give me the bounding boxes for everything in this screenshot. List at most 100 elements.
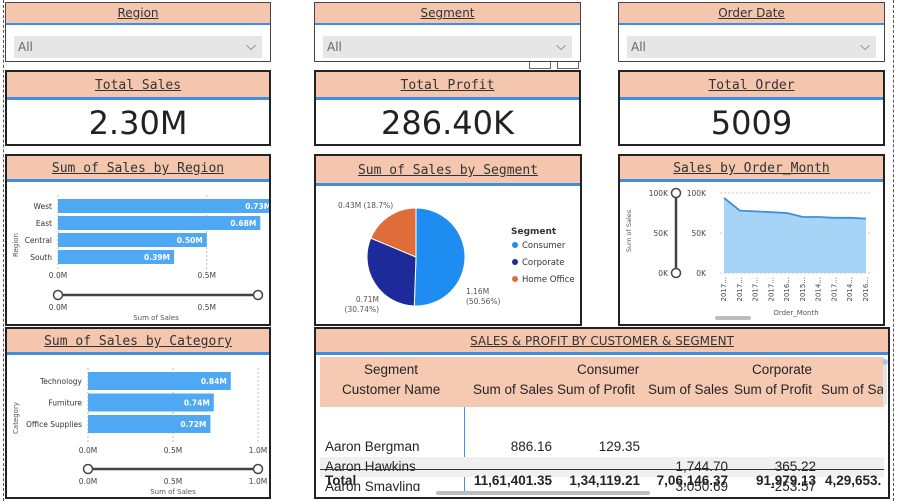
- x-tick-label: 2017...: [736, 277, 744, 302]
- focus-mode-icon[interactable]: [529, 62, 551, 69]
- range-slider-handle: [670, 267, 682, 279]
- sales-by-month-panel[interactable]: Sales by Order_Month Sum of Sales Order_…: [618, 154, 885, 326]
- segment-row-header: Segment: [364, 362, 419, 377]
- slice-value-label: 0.43M (18.7%): [338, 201, 393, 210]
- area-fill: [724, 197, 866, 273]
- total-label: Total: [325, 473, 357, 488]
- y-tick-label: 100K: [687, 189, 707, 198]
- data-label: 0.72M: [180, 420, 206, 429]
- x-tick-label: 2017...: [752, 277, 760, 302]
- matrix-title: SALES & PROFIT BY CUSTOMER & SEGMENT: [316, 329, 888, 355]
- region-dropdown[interactable]: All ⌵: [14, 36, 262, 58]
- data-label: 0.84M: [201, 377, 227, 386]
- x-tick-label: 2015...: [799, 277, 807, 302]
- sales-profit-matrix-panel[interactable]: SALES & PROFIT BY CUSTOMER & SEGMENT Seg…: [314, 327, 890, 499]
- range-slider-handle: [252, 463, 264, 475]
- x-tick-label: 0.0M: [49, 271, 67, 280]
- table-row[interactable]: Aaron Bergman 886.16 129.35: [320, 437, 884, 457]
- range-slider-handle: [52, 289, 64, 301]
- region-slicer-title: Region: [6, 3, 270, 25]
- value-cell: 129.35: [598, 439, 640, 454]
- slider-label: 0.0M: [79, 477, 97, 486]
- x-tick-label: 2017...: [720, 277, 728, 302]
- category-label: East: [36, 219, 52, 228]
- sum-of-sales-header[interactable]: Sum of Sales: [473, 380, 553, 400]
- x-tick-label: 2014...: [815, 277, 823, 302]
- sales-by-region-chart: Region Sum of Sales 0.0M 0.5M 0.73M West 0.6…: [12, 195, 269, 322]
- x-tick-label: 2016...: [783, 277, 791, 302]
- month-x-axis-title: Order_Month: [773, 309, 818, 317]
- sum-of-sales-header[interactable]: Sum of Sa: [821, 380, 884, 400]
- range-slider-handle: [82, 463, 94, 475]
- sales-by-region-panel[interactable]: Sum of Sales by Region Region Sum of Sal…: [5, 154, 271, 326]
- slider-label: 50K: [654, 229, 670, 238]
- horizontal-scrollbar: [715, 316, 751, 320]
- order-date-dropdown-value: All: [631, 40, 646, 54]
- slice-percent-label: (50.56%): [466, 297, 501, 306]
- total-cell: 4,29,653.: [825, 473, 882, 488]
- sum-of-sales-header[interactable]: Sum of Sales: [648, 380, 728, 400]
- segment-dropdown[interactable]: All ⌵: [323, 36, 572, 58]
- slice-percent-label: (30.74%): [345, 305, 380, 314]
- total-profit-label: Total Profit: [316, 72, 579, 100]
- horizontal-scrollbar[interactable]: [436, 491, 650, 495]
- data-label: 0.73M: [245, 202, 269, 211]
- sales-by-segment-panel[interactable]: Sum of Sales by Segment Segment 1.16M (50…: [314, 154, 582, 326]
- slider-label: 0K: [658, 269, 669, 278]
- vertical-scrollbar[interactable]: [883, 365, 887, 405]
- region-x-axis-title: Sum of Sales: [133, 314, 179, 322]
- more-options-icon[interactable]: [557, 62, 579, 69]
- sales-by-month-chart: Sum of Sales Order_Month 0K 50K 100K 2017..…: [625, 187, 870, 320]
- x-tick-label: 2017...: [830, 277, 838, 302]
- canvas-left-border: [3, 0, 4, 501]
- canvas-right-border: [893, 0, 894, 501]
- slider-label: 0.5M: [198, 303, 216, 312]
- region-slicer[interactable]: Region All ⌵: [5, 2, 271, 62]
- category-label: South: [30, 253, 52, 262]
- sales-by-month-title: Sales by Order_Month: [620, 156, 883, 182]
- x-tick-label: 1.0M: [249, 446, 267, 455]
- sales-by-category-title: Sum of Sales by Category: [7, 329, 269, 355]
- consumer-group-header[interactable]: Consumer: [577, 360, 639, 380]
- category-axis-title: Category: [12, 402, 20, 434]
- order-date-slicer[interactable]: Order Date All ⌵: [618, 2, 885, 62]
- sales-by-region-title: Sum of Sales by Region: [7, 156, 269, 182]
- data-label: 0.39M: [144, 253, 170, 262]
- total-row: Total 11,61,401.35 1,34,119.21 7,06,146.…: [320, 471, 884, 491]
- slice-value-label: 0.71M: [356, 295, 379, 304]
- chevron-down-icon: ⌵: [556, 39, 566, 54]
- legend-marker: [512, 242, 518, 248]
- total-sales-card: Total Sales 2.30M: [5, 70, 271, 146]
- scroll-up-icon[interactable]: [882, 359, 888, 365]
- slider-label: 0.5M: [164, 477, 182, 486]
- corporate-group-header[interactable]: Corporate: [752, 360, 812, 380]
- category-label: Central: [25, 236, 52, 245]
- sales-by-category-panel[interactable]: Sum of Sales by Category Category Sum of…: [5, 327, 271, 499]
- order-date-dropdown[interactable]: All ⌵: [627, 36, 876, 58]
- matrix-header-row-measures: Customer Name Sum of Sales Sum of Profit…: [320, 380, 884, 400]
- total-order-label: Total Order: [620, 72, 883, 100]
- slice-value-label: 1.16M: [466, 287, 489, 296]
- total-order-value: 5009: [710, 104, 793, 142]
- sum-of-profit-header[interactable]: Sum of Profit: [557, 380, 635, 400]
- customer-name-header[interactable]: Customer Name: [342, 380, 440, 400]
- sales-by-segment-chart: Segment 1.16M(50.56%) 0.71M(30.74%) 0.43M …: [338, 201, 575, 314]
- legend-marker: [512, 259, 518, 265]
- total-cell: 11,61,401.35: [473, 473, 552, 488]
- sales-by-category-chart: Category Sum of Sales 0.0M 0.5M 1.0M 0.84M T…: [12, 368, 267, 496]
- total-profit-value: 286.40K: [381, 104, 514, 142]
- customer-name-cell: Aaron Bergman: [325, 439, 420, 454]
- total-sales-label: Total Sales: [7, 72, 269, 100]
- total-sales-value: 2.30M: [88, 104, 188, 142]
- pie-slice: [413, 207, 466, 307]
- segment-legend-title: Segment: [511, 227, 557, 237]
- region-dropdown-value: All: [18, 40, 33, 54]
- sum-of-profit-header[interactable]: Sum of Profit: [734, 380, 812, 400]
- y-tick-label: 0K: [696, 269, 707, 278]
- total-row-divider: [320, 469, 884, 470]
- segment-slicer[interactable]: Segment All ⌵: [314, 2, 581, 62]
- legend-label: Consumer: [522, 241, 566, 251]
- total-cell: 1,34,119.21: [569, 473, 640, 488]
- chevron-down-icon: ⌵: [860, 39, 870, 54]
- total-cell: 91,979.13: [755, 473, 816, 488]
